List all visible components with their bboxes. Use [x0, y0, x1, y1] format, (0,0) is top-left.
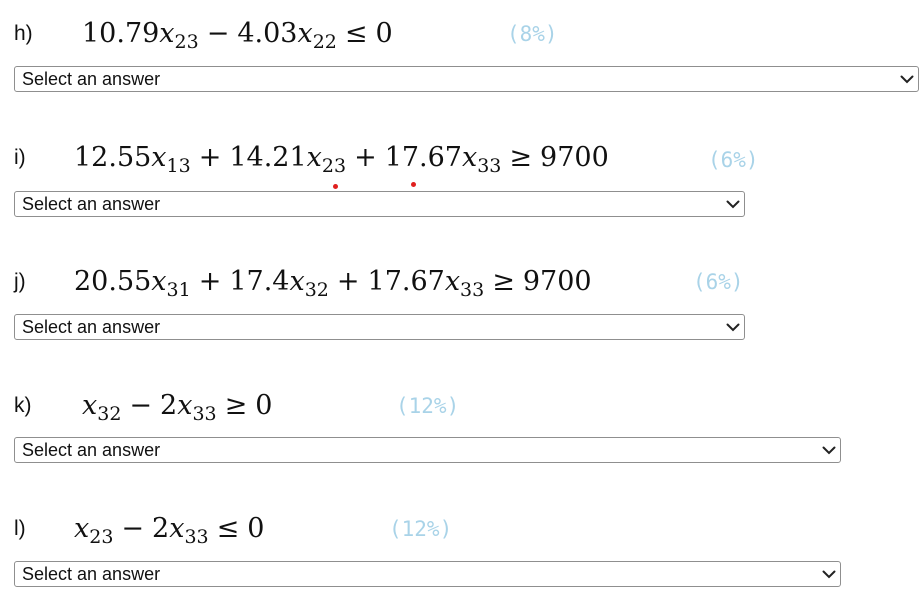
chevron-down-icon — [722, 194, 744, 214]
coefficient: 17.67 — [367, 266, 445, 297]
operator: − — [121, 513, 145, 544]
coefficient: 17.4 — [229, 266, 290, 297]
coefficient: 14.21 — [229, 142, 307, 173]
operator: − — [206, 18, 230, 49]
variable-subscript: 23 — [174, 31, 199, 53]
coefficient: 12.55 — [74, 142, 152, 173]
weight-percentage: (8%) — [507, 22, 558, 46]
variable: x — [82, 390, 98, 421]
right-hand-side: 9700 — [540, 142, 609, 173]
answer-select[interactable]: Select an answer — [14, 561, 841, 587]
constraint-expression: x23−2x33 ≤0 — [74, 509, 264, 557]
weight-percentage: (6%) — [708, 148, 759, 172]
question-label: j) — [14, 270, 26, 293]
variable: x — [289, 266, 305, 297]
question-label: i) — [14, 146, 26, 169]
variable: x — [306, 142, 322, 173]
coefficient: 2 — [160, 390, 178, 421]
coefficient: 17.67 — [384, 142, 462, 173]
question-label: l) — [14, 517, 26, 540]
right-hand-side: 9700 — [522, 266, 592, 297]
answer-select-value: Select an answer — [22, 563, 161, 584]
chevron-down-icon — [896, 69, 918, 89]
question-header: l) — [14, 509, 26, 549]
variable-subscript: 23 — [321, 155, 347, 177]
variable-subscript: 33 — [184, 526, 209, 548]
question-header: h) — [14, 14, 33, 54]
answer-select-value: Select an answer — [22, 68, 161, 89]
constraint-expression: x32−2x33 ≥0 — [82, 386, 272, 434]
variable: x — [159, 18, 175, 49]
question-header: j) — [14, 262, 26, 302]
answer-select[interactable]: Select an answer — [14, 437, 841, 463]
answer-select-value: Select an answer — [22, 439, 161, 460]
question-label: h) — [14, 22, 33, 45]
operator: + — [336, 266, 360, 297]
answer-select-value: Select an answer — [22, 316, 161, 337]
weight-percentage: (12%) — [389, 517, 453, 541]
variable-subscript: 13 — [166, 155, 191, 177]
inequality-sign: ≥ — [509, 142, 533, 173]
chevron-down-icon — [818, 564, 840, 584]
inequality-sign: ≤ — [216, 513, 240, 544]
right-hand-side: 0 — [375, 18, 393, 49]
variable: x — [177, 390, 193, 421]
annotation-dot — [411, 182, 416, 187]
variable: x — [461, 142, 478, 173]
inequality-sign: ≥ — [492, 266, 515, 297]
variable: x — [74, 513, 90, 544]
inequality-sign: ≥ — [224, 390, 248, 421]
variable-subscript: 32 — [304, 279, 329, 301]
variable-subscript: 32 — [97, 403, 122, 425]
annotation-dot — [333, 184, 338, 189]
constraint-expression: 20.55x31 +17.4x32 +17.67x33 ≥9700 — [74, 262, 592, 310]
operator: + — [198, 142, 222, 173]
answer-select[interactable]: Select an answer — [14, 66, 919, 92]
right-hand-side: 0 — [255, 390, 273, 421]
variable-subscript: 31 — [166, 279, 191, 301]
answer-select-value: Select an answer — [22, 193, 161, 214]
weight-percentage: (12%) — [396, 394, 460, 418]
variable: x — [151, 266, 167, 297]
right-hand-side: 0 — [247, 513, 265, 544]
answer-select[interactable]: Select an answer — [14, 191, 745, 217]
constraint-expression: 12.55x13 +14.21x23 +17.67x33 ≥9700 — [74, 138, 609, 186]
answer-select[interactable]: Select an answer — [14, 314, 745, 340]
question-header: i) — [14, 138, 26, 178]
variable-subscript: 33 — [477, 155, 502, 177]
chevron-down-icon — [722, 317, 744, 337]
inequality-sign: ≤ — [344, 18, 368, 49]
question-header: k) — [14, 386, 32, 426]
coefficient: 20.55 — [74, 266, 152, 297]
variable: x — [444, 266, 461, 297]
variable: x — [169, 513, 185, 544]
chevron-down-icon — [818, 440, 840, 460]
variable-subscript: 33 — [460, 279, 485, 301]
constraint-expression: 10.79x23−4.03x22 ≤0 — [82, 14, 393, 62]
operator: + — [354, 142, 377, 173]
coefficient: 10.79 — [82, 18, 160, 49]
variable: x — [151, 142, 167, 173]
operator: − — [129, 390, 153, 421]
question-label: k) — [14, 394, 32, 417]
variable: x — [297, 18, 313, 49]
variable-subscript: 23 — [89, 526, 114, 548]
variable-subscript: 33 — [192, 403, 217, 425]
weight-percentage: (6%) — [693, 270, 744, 294]
coefficient: 2 — [152, 513, 170, 544]
operator: + — [198, 266, 222, 297]
coefficient: 4.03 — [237, 18, 298, 49]
variable-subscript: 22 — [312, 31, 337, 53]
